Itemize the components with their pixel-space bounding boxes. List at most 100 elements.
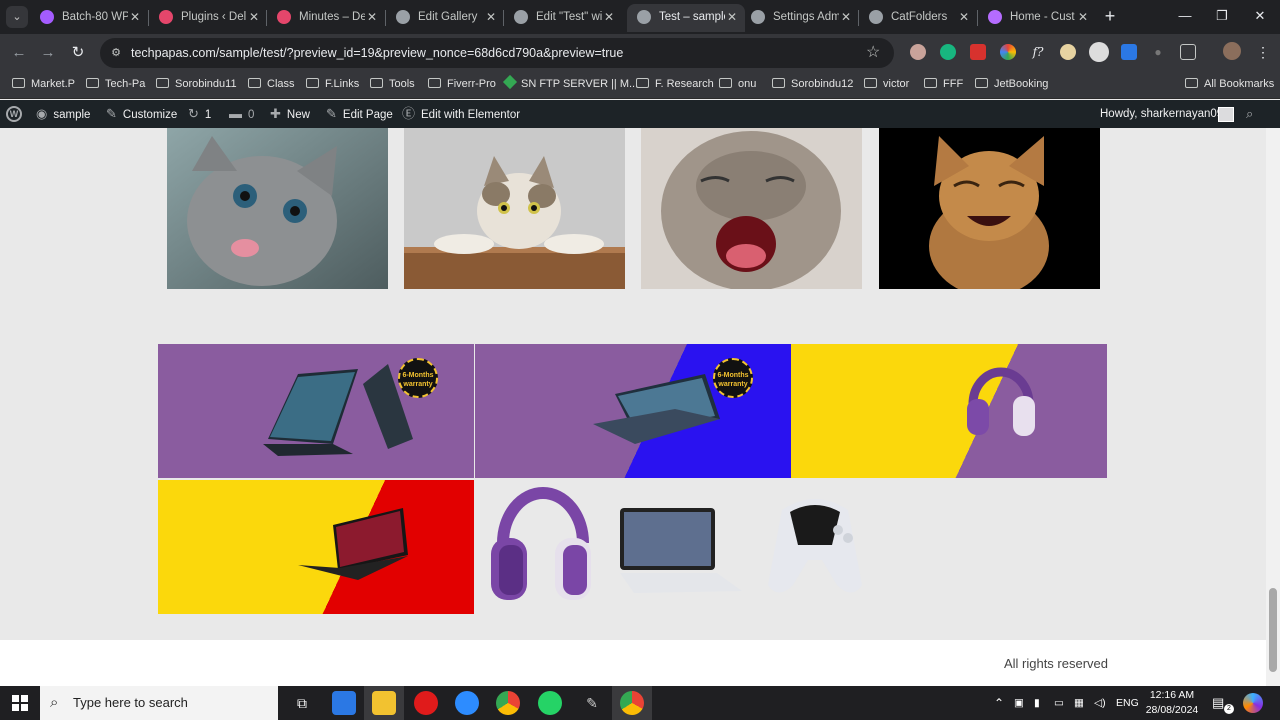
wordpress-logo-icon[interactable]: W [6, 106, 22, 122]
chrome-active-icon[interactable] [620, 691, 644, 715]
maximize-button[interactable]: ❐ [1207, 6, 1237, 26]
copilot-icon[interactable] [1243, 693, 1263, 713]
tray-icon-1[interactable]: ▣ [1014, 686, 1024, 720]
customize-link[interactable]: ✎ Customize [106, 100, 177, 129]
site-name-link[interactable]: ◉ sample [36, 100, 90, 129]
taskbar-app-blue-icon[interactable] [332, 691, 356, 715]
tray-network-icon[interactable]: ▦ [1074, 686, 1084, 720]
close-tab-icon[interactable]: ✕ [486, 4, 496, 30]
new-tab-button[interactable]: + [1100, 6, 1120, 26]
close-window-button[interactable]: ✕ [1245, 6, 1275, 26]
banner-headphones[interactable] [791, 344, 1107, 478]
chrome-menu-icon[interactable]: ⋮ [1255, 44, 1271, 60]
forward-button[interactable]: → [37, 42, 59, 64]
gallery-image-yawning-cat[interactable] [641, 128, 862, 289]
address-bar[interactable]: ⚙ techpapas.com/sample/test/?preview_id=… [100, 38, 894, 68]
notifications-icon[interactable]: ▤ [1212, 686, 1224, 720]
bookmark-item[interactable]: Class [248, 72, 295, 96]
banner-laptop-blue[interactable]: 6-Months warranty [475, 344, 791, 478]
taskbar-search-box[interactable]: ⌕ Type here to search [40, 686, 278, 720]
all-bookmarks-folder[interactable]: All Bookmarks [1185, 72, 1274, 96]
grammarly-icon[interactable] [940, 44, 956, 60]
bookmark-item[interactable]: JetBooking [975, 72, 1048, 96]
close-tab-icon[interactable]: ✕ [1078, 4, 1088, 30]
close-tab-icon[interactable]: ✕ [841, 4, 851, 30]
bookmark-item[interactable]: SN FTP SERVER || M... [502, 72, 638, 96]
color-picker-icon[interactable] [1000, 44, 1016, 60]
bookmark-item[interactable]: victor [864, 72, 909, 96]
extension-owl-icon[interactable] [1060, 44, 1076, 60]
file-explorer-icon[interactable] [372, 691, 396, 715]
gallery-image-surprised-cat[interactable] [404, 128, 625, 289]
profile-avatar[interactable] [1223, 42, 1241, 60]
url-text[interactable]: techpapas.com/sample/test/?preview_id=19… [131, 38, 623, 68]
site-info-icon[interactable]: ⚙ [109, 46, 123, 60]
banner-gaming-laptop[interactable]: 6-Months warranty [158, 344, 474, 478]
bookmark-item[interactable]: Sorobindu11 [156, 72, 237, 96]
banner-laptop-red[interactable] [158, 480, 474, 614]
edit-page-link[interactable]: ✎ Edit Page [326, 100, 393, 129]
chrome-icon[interactable] [496, 691, 520, 715]
account-menu[interactable]: Howdy, sharkernayan09 [1100, 100, 1223, 128]
brush-app-icon[interactable]: ✎ [580, 691, 604, 715]
close-tab-icon[interactable]: ✕ [249, 4, 259, 30]
opera-icon[interactable] [414, 691, 438, 715]
product-image-headphones[interactable] [485, 483, 597, 608]
bookmark-item[interactable]: Tech-Pa [86, 72, 145, 96]
page-scrollbar[interactable] [1266, 128, 1280, 686]
browser-tab[interactable]: Minutes – De ✕ [267, 4, 385, 32]
bookmark-star-icon[interactable]: ☆ [866, 42, 880, 64]
browser-tab[interactable]: Home - Cust ✕ [978, 4, 1096, 32]
new-content-link[interactable]: ✚ New [270, 100, 310, 129]
user-avatar[interactable] [1218, 107, 1234, 122]
bookmark-item[interactable]: Sorobindu12 [772, 72, 853, 96]
search-icon[interactable]: ⌕ [1246, 100, 1253, 128]
browser-tab[interactable]: Settings Adm ✕ [741, 4, 859, 32]
tray-usb-icon[interactable]: ▮ [1034, 686, 1040, 720]
close-tab-icon[interactable]: ✕ [727, 4, 737, 30]
taskbar-clock[interactable]: 12:16 AM 28/08/2024 [1138, 688, 1206, 718]
tray-volume-icon[interactable]: ◁) [1094, 686, 1106, 720]
edit-elementor-link[interactable]: Ⓔ Edit with Elementor [402, 100, 520, 129]
browser-tab[interactable]: Edit "Test" wi ✕ [504, 4, 622, 32]
bookmark-item[interactable]: FFF [924, 72, 963, 96]
browser-tab[interactable]: Test – sample ✕ [627, 4, 745, 32]
bookmark-item[interactable]: onu [719, 72, 756, 96]
close-tab-icon[interactable]: ✕ [959, 4, 969, 30]
close-tab-icon[interactable]: ✕ [604, 4, 614, 30]
tray-battery-icon[interactable]: ▭ [1054, 686, 1064, 720]
extensions-puzzle-icon[interactable] [1180, 44, 1196, 60]
extension-1-icon[interactable] [910, 44, 926, 60]
bookmark-item[interactable]: Fiverr-Pro [428, 72, 496, 96]
browser-tab[interactable]: Edit Gallery ✕ [386, 4, 504, 32]
browser-tab[interactable]: Batch-80 WP ✕ [30, 4, 148, 32]
task-view-icon[interactable]: ⧉ [290, 691, 314, 715]
language-indicator[interactable]: ENG [1116, 686, 1139, 720]
extension-avatar-icon[interactable] [1089, 42, 1109, 62]
product-image-game-controller[interactable] [762, 490, 868, 605]
bookmark-item[interactable]: Market.P [12, 72, 75, 96]
comments-link[interactable]: ▬ 0 [229, 100, 254, 129]
fonts-ext-icon[interactable]: f? [1030, 44, 1046, 60]
scrollbar-thumb[interactable] [1269, 588, 1277, 672]
start-windows-icon[interactable] [12, 695, 28, 711]
close-tab-icon[interactable]: ✕ [367, 4, 377, 30]
bookmark-item[interactable]: Tools [370, 72, 415, 96]
tab-search-chevron-icon[interactable]: ⌄ [6, 6, 28, 28]
updates-link[interactable]: ↻ 1 [188, 100, 211, 129]
gallery-image-gray-kitten[interactable] [167, 128, 388, 289]
product-image-tablet[interactable] [612, 503, 747, 598]
minimize-button[interactable]: — [1170, 6, 1200, 26]
gallery-image-laughing-kitten[interactable] [879, 128, 1100, 289]
browser-tab[interactable]: Plugins ‹ Deli ✕ [149, 4, 267, 32]
bookmark-item[interactable]: F.Links [306, 72, 359, 96]
download-ext-icon[interactable] [1121, 44, 1137, 60]
tray-chevron-icon[interactable]: ⌃ [994, 686, 1004, 720]
whatsapp-icon[interactable] [538, 691, 562, 715]
back-button[interactable]: ← [8, 42, 30, 64]
reload-button[interactable]: ↻ [67, 42, 89, 64]
zoom-icon[interactable] [455, 691, 479, 715]
browser-tab[interactable]: CatFolders ✕ [859, 4, 977, 32]
extension-red-icon[interactable] [970, 44, 986, 60]
close-tab-icon[interactable]: ✕ [130, 4, 140, 30]
